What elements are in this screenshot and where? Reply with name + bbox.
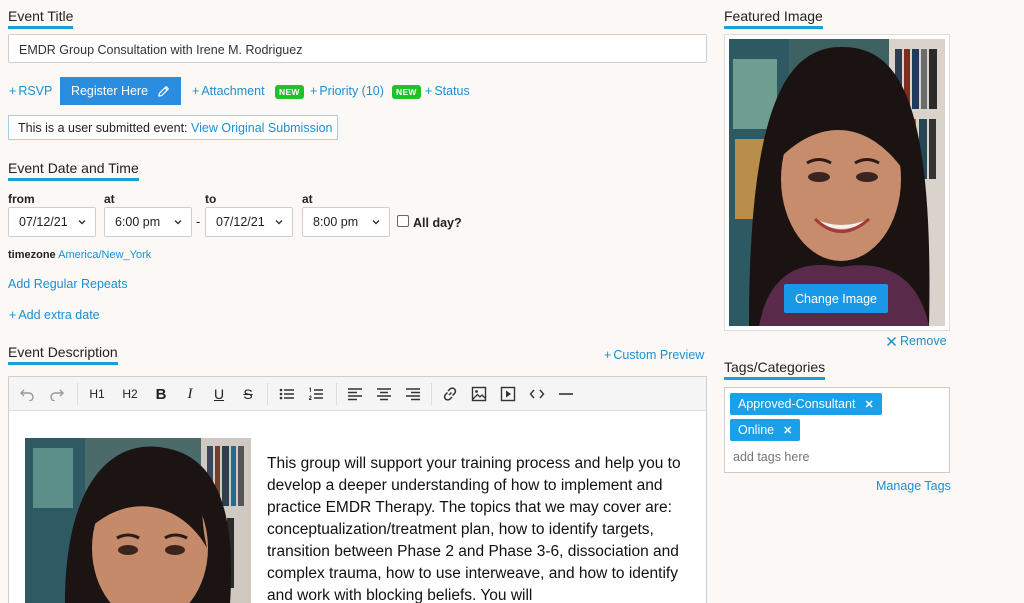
remove-tag-icon[interactable]: ✕ xyxy=(783,424,792,437)
heading-2-button[interactable]: H2 xyxy=(118,379,142,409)
all-day-label: All day? xyxy=(413,216,462,230)
priority-link[interactable]: Priority (10) xyxy=(310,84,384,98)
pencil-icon xyxy=(158,85,169,97)
attachment-link[interactable]: Attachment xyxy=(192,84,265,98)
attachment-label: Attachment xyxy=(201,84,265,98)
from-time-select[interactable]: 6:00 pm xyxy=(104,207,192,237)
tags-heading: Tags/Categories xyxy=(724,359,826,380)
custom-preview-label: Custom Preview xyxy=(613,348,705,362)
tag-chip: Online ✕ xyxy=(730,419,801,441)
to-label: to xyxy=(205,192,217,206)
underline-button[interactable]: U xyxy=(209,379,229,409)
code-icon[interactable] xyxy=(526,379,548,409)
submission-notice: This is a user submitted event: View Ori… xyxy=(8,115,338,140)
redo-icon[interactable] xyxy=(46,379,68,409)
tag-chip: Approved-Consultant ✕ xyxy=(730,393,882,415)
date-range-dash: - xyxy=(196,214,201,229)
tag-label: Approved-Consultant xyxy=(738,397,856,411)
close-icon xyxy=(886,336,897,346)
from-date-value: 07/12/21 xyxy=(19,215,68,229)
timezone-label: timezone xyxy=(8,249,56,261)
strikethrough-button[interactable]: S xyxy=(238,379,258,409)
remove-label: Remove xyxy=(900,334,947,348)
register-label: Register Here xyxy=(70,84,149,98)
from-label: from xyxy=(8,192,35,206)
align-right-icon[interactable] xyxy=(402,379,424,409)
new-badge: NEW xyxy=(392,85,421,99)
manage-tags-link[interactable]: Manage Tags xyxy=(876,479,951,493)
timezone-link[interactable]: America/New_York xyxy=(58,249,151,261)
remove-tag-icon[interactable]: ✕ xyxy=(864,398,873,411)
tags-box: Approved-Consultant ✕ Online ✕ xyxy=(724,387,950,473)
add-regular-repeats-link[interactable]: Add Regular Repeats xyxy=(8,277,128,291)
numbered-list-icon[interactable] xyxy=(305,379,327,409)
bold-button[interactable]: B xyxy=(151,379,171,409)
from-time-value: 6:00 pm xyxy=(115,215,161,229)
chevron-down-icon xyxy=(275,220,283,225)
rsvp-label: RSVP xyxy=(18,84,53,98)
horizontal-rule-icon[interactable] xyxy=(555,379,577,409)
video-icon[interactable] xyxy=(497,379,519,409)
featured-image-heading: Featured Image xyxy=(724,8,823,29)
heading-1-button[interactable]: H1 xyxy=(85,379,109,409)
status-label: Status xyxy=(434,84,470,98)
add-extra-date-label: Add extra date xyxy=(18,308,100,322)
status-link[interactable]: Status xyxy=(425,84,470,98)
register-here-button[interactable]: Register Here xyxy=(60,77,181,105)
image-icon[interactable] xyxy=(468,379,490,409)
featured-image: Change Image xyxy=(729,39,945,326)
notice-text: This is a user submitted event: xyxy=(18,120,188,135)
italic-button[interactable]: I xyxy=(180,379,200,409)
new-badge: NEW xyxy=(275,85,304,99)
from-date-select[interactable]: 07/12/21 xyxy=(8,207,96,237)
description-body-text[interactable]: This group will support your training pr… xyxy=(267,453,692,603)
editor-toolbar: H1 H2 B I U S xyxy=(9,377,706,411)
description-photo xyxy=(25,438,251,603)
date-time-heading: Event Date and Time xyxy=(8,160,139,181)
featured-image-frame: Change Image xyxy=(724,34,950,331)
description-editor: H1 H2 B I U S This group will support yo… xyxy=(8,376,707,603)
event-description-heading: Event Description xyxy=(8,344,118,365)
chevron-down-icon xyxy=(174,220,182,225)
remove-image-link[interactable]: Remove xyxy=(886,334,947,348)
chevron-down-icon xyxy=(78,220,86,225)
custom-preview-link[interactable]: Custom Preview xyxy=(604,348,704,362)
link-icon[interactable] xyxy=(439,379,461,409)
all-day-checkbox[interactable] xyxy=(397,215,409,227)
from-at-label: at xyxy=(104,192,115,206)
priority-label: Priority (10) xyxy=(319,84,384,98)
to-time-value: 8:00 pm xyxy=(313,215,359,229)
view-original-submission-link[interactable]: View Original Submission xyxy=(191,121,333,135)
change-image-button[interactable]: Change Image xyxy=(784,284,888,313)
align-left-icon[interactable] xyxy=(344,379,366,409)
rsvp-link[interactable]: RSVP xyxy=(9,84,52,98)
event-title-heading: Event Title xyxy=(8,8,74,29)
to-at-label: at xyxy=(302,192,313,206)
add-tags-input[interactable] xyxy=(733,448,933,466)
bullet-list-icon[interactable] xyxy=(276,379,298,409)
to-date-value: 07/12/21 xyxy=(216,215,265,229)
to-time-select[interactable]: 8:00 pm xyxy=(302,207,390,237)
align-center-icon[interactable] xyxy=(373,379,395,409)
to-date-select[interactable]: 07/12/21 xyxy=(205,207,293,237)
undo-icon[interactable] xyxy=(16,379,38,409)
add-extra-date-link[interactable]: Add extra date xyxy=(9,308,100,322)
timezone-row: timezone America/New_York xyxy=(8,249,151,261)
event-title-input[interactable]: EMDR Group Consultation with Irene M. Ro… xyxy=(8,34,707,63)
chevron-down-icon xyxy=(372,220,380,225)
tag-label: Online xyxy=(738,423,775,437)
